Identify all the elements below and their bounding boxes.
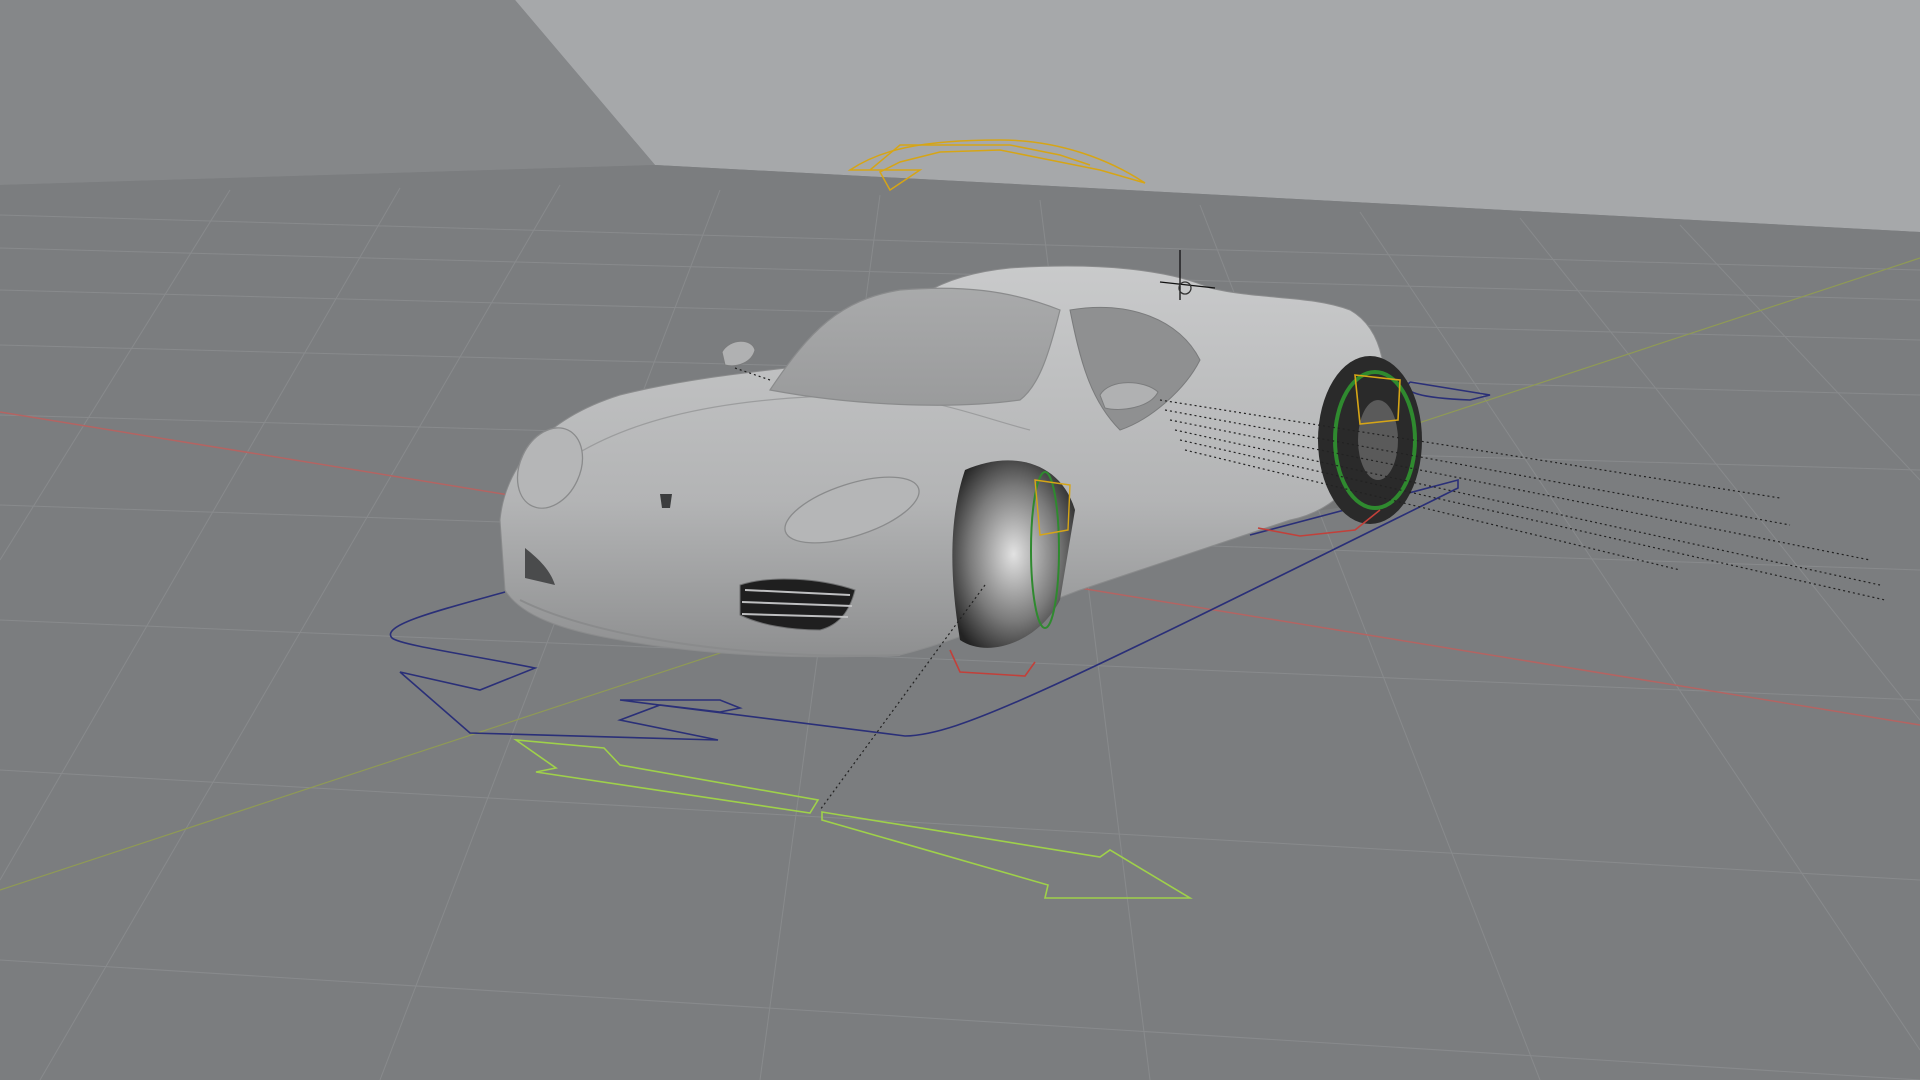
brand-badge-icon	[660, 494, 672, 508]
3d-viewport[interactable]	[0, 0, 1920, 1080]
viewport-canvas[interactable]	[0, 0, 1920, 1080]
